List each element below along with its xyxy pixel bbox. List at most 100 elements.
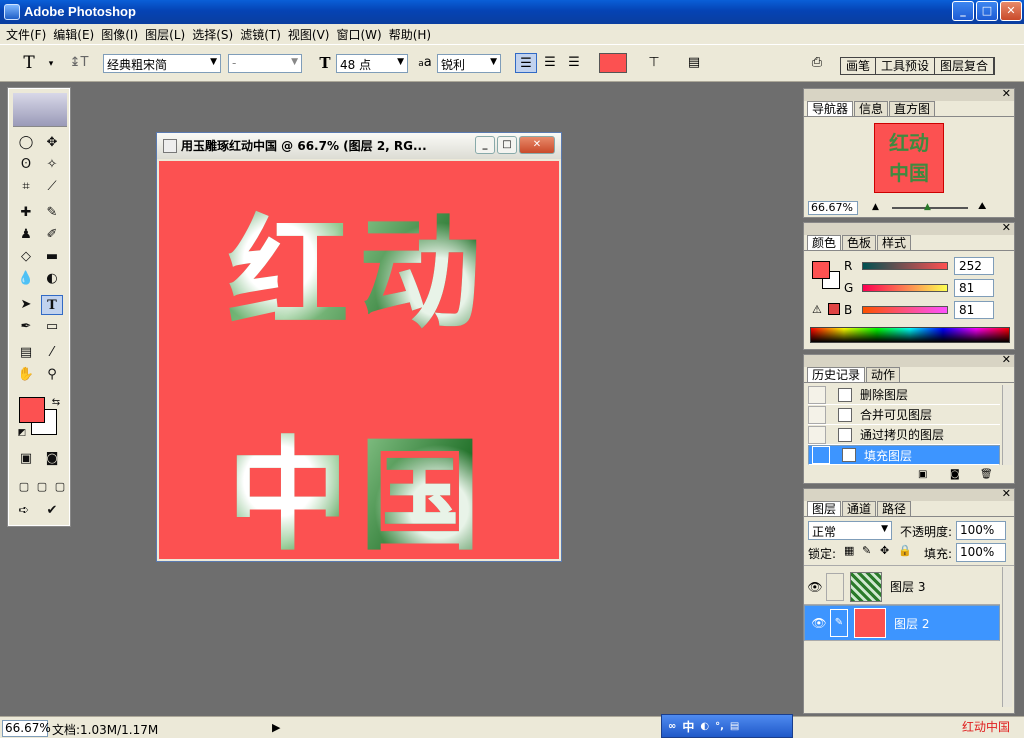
slice-tool-icon[interactable]: ⟋ xyxy=(41,177,63,197)
ime-mode-button[interactable]: 中 xyxy=(682,718,694,735)
opacity-field[interactable]: 100% xyxy=(956,521,1006,540)
shape-tool-icon[interactable]: ▭ xyxy=(41,317,63,337)
align-left-icon[interactable]: ☰ xyxy=(515,53,537,73)
layer-row[interactable]: 👁 ✎ 图层 2 xyxy=(804,605,1000,641)
quick-mask-mode-icon[interactable]: ◙ xyxy=(41,449,63,469)
layers-scrollbar[interactable] xyxy=(1002,567,1012,707)
navigator-zoom-field[interactable]: 66.67% xyxy=(808,201,858,215)
healing-brush-tool-icon[interactable]: ✚ xyxy=(15,203,37,223)
document-close-button[interactable]: ✕ xyxy=(519,136,555,154)
panel-close-icon[interactable]: ✕ xyxy=(1002,87,1011,100)
history-brush-tool-icon[interactable]: ✐ xyxy=(41,225,63,245)
layer-link-box[interactable] xyxy=(826,572,844,601)
palettes-toggle-icon[interactable]: ▤ xyxy=(683,53,705,73)
eye-icon[interactable]: 👁 xyxy=(808,616,830,630)
list-item[interactable]: 合并可见图层 xyxy=(808,405,1000,425)
dodge-tool-icon[interactable]: ◐ xyxy=(41,269,63,289)
eyedropper-tool-icon[interactable]: ⁄ xyxy=(41,343,63,363)
snapshot-icon[interactable]: ◙ xyxy=(950,469,960,480)
file-browser-icon[interactable]: ⎙ xyxy=(806,53,828,73)
tab-channels[interactable]: 通道 xyxy=(842,501,877,516)
type-tool-icon[interactable]: T xyxy=(41,295,63,315)
zoom-out-icon[interactable]: ▲ xyxy=(872,202,879,212)
tab-navigator[interactable]: 导航器 xyxy=(807,101,854,116)
menu-edit[interactable]: 编辑(E) xyxy=(53,26,101,43)
list-item[interactable]: 删除图层 xyxy=(808,385,1000,405)
hand-tool-icon[interactable]: ✋ xyxy=(15,365,37,385)
history-brush-source-box[interactable] xyxy=(812,446,830,464)
eye-icon[interactable]: 👁 xyxy=(804,580,826,594)
gamut-color-swatch[interactable] xyxy=(828,303,840,315)
b-slider[interactable] xyxy=(862,306,948,314)
close-button[interactable]: ✕ xyxy=(1000,1,1022,21)
history-brush-source-box[interactable] xyxy=(808,385,826,404)
tab-swatches[interactable]: 色板 xyxy=(842,235,877,250)
palette-well-layer-comps[interactable]: 图层复合 xyxy=(935,58,995,74)
zoom-slider-thumb[interactable]: ▲ xyxy=(924,202,931,212)
menu-filter[interactable]: 滤镜(T) xyxy=(240,26,288,43)
lock-transparency-icon[interactable]: ▦ xyxy=(844,544,854,557)
zoom-in-icon[interactable]: ⛰ xyxy=(978,201,986,212)
panel-close-icon[interactable]: ✕ xyxy=(1002,221,1011,234)
text-tool-preset-icon[interactable]: T xyxy=(18,53,40,73)
text-orientation-icon[interactable]: ↨T xyxy=(68,53,90,73)
history-brush-source-box[interactable] xyxy=(808,425,826,444)
swap-colors-icon[interactable]: ⇆ xyxy=(45,393,67,413)
align-right-icon[interactable]: ☰ xyxy=(563,53,585,73)
jump-to-imageready-icon[interactable]: ➪ xyxy=(13,501,35,521)
palette-well-brushes[interactable]: 画笔 xyxy=(841,58,877,74)
align-center-icon[interactable]: ☰ xyxy=(539,53,561,73)
minimize-button[interactable]: _ xyxy=(952,1,974,21)
tab-history[interactable]: 历史记录 xyxy=(807,367,866,382)
document-maximize-button[interactable]: □ xyxy=(497,136,517,154)
tab-info[interactable]: 信息 xyxy=(854,101,889,116)
eraser-tool-icon[interactable]: ◇ xyxy=(15,247,37,267)
panel-close-icon[interactable]: ✕ xyxy=(1002,353,1011,366)
ime-punct-icon[interactable]: °, xyxy=(715,721,724,732)
menu-window[interactable]: 窗口(W) xyxy=(336,26,388,43)
menu-layer[interactable]: 图层(L) xyxy=(145,26,192,43)
fill-field[interactable]: 100% xyxy=(956,543,1006,562)
menu-file[interactable]: 文件(F) xyxy=(6,26,53,43)
document-title-bar[interactable]: 用玉雕琢红动中国 @ 66.7% (图层 2, RG... _ □ ✕ xyxy=(157,133,561,159)
standard-mode-icon[interactable]: ▣ xyxy=(15,449,37,469)
font-family-select[interactable]: 经典粗宋简 ▼ xyxy=(103,54,221,73)
menu-image[interactable]: 图像(I) xyxy=(101,26,145,43)
text-color-swatch[interactable] xyxy=(599,53,627,73)
g-value-field[interactable]: 81 xyxy=(954,279,994,297)
r-slider[interactable] xyxy=(862,262,948,270)
layer-row[interactable]: 👁 图层 3 xyxy=(804,569,1000,605)
ime-moon-icon[interactable]: ◐ xyxy=(700,721,709,732)
gradient-tool-icon[interactable]: ▬ xyxy=(41,247,63,267)
photoshop-feather-icon[interactable] xyxy=(13,93,67,127)
ime-keyboard-icon[interactable]: ▤ xyxy=(730,721,739,732)
full-screen-mode-icon[interactable]: ▢ xyxy=(49,477,71,497)
font-style-select[interactable]: - ▼ xyxy=(228,54,302,73)
new-document-from-state-icon[interactable]: ▣ xyxy=(918,469,927,480)
crop-tool-icon[interactable]: ⌗ xyxy=(15,177,37,197)
lock-pixels-icon[interactable]: ✎ xyxy=(862,544,871,557)
document-canvas[interactable]: 红动 中国 xyxy=(159,161,559,559)
lock-all-icon[interactable]: 🔒 xyxy=(898,544,912,557)
magic-wand-tool-icon[interactable]: ✧ xyxy=(41,155,63,175)
document-minimize-button[interactable]: _ xyxy=(475,136,495,154)
warp-text-icon[interactable]: ⊤ xyxy=(643,53,665,73)
r-value-field[interactable]: 252 xyxy=(954,257,994,275)
foreground-color-swatch[interactable] xyxy=(19,397,45,423)
color-spectrum-bar[interactable] xyxy=(810,327,1010,343)
status-menu-arrow-icon[interactable]: ▶ xyxy=(272,721,280,734)
history-scrollbar[interactable] xyxy=(1002,385,1012,465)
brush-icon[interactable]: ✎ xyxy=(830,609,848,637)
menu-help[interactable]: 帮助(H) xyxy=(389,26,438,43)
panel-close-icon[interactable]: ✕ xyxy=(1002,487,1011,500)
notes-tool-icon[interactable]: ▤ xyxy=(15,343,37,363)
pen-tool-icon[interactable]: ✒ xyxy=(15,317,37,337)
ime-logo-icon[interactable]: ∞ xyxy=(668,721,676,732)
move-tool-icon[interactable]: ✥ xyxy=(41,133,63,153)
preset-arrow-icon[interactable]: ▾ xyxy=(40,54,62,74)
tab-histogram[interactable]: 直方图 xyxy=(889,101,936,116)
menu-view[interactable]: 视图(V) xyxy=(288,26,337,43)
palette-well-tool-presets[interactable]: 工具预设 xyxy=(876,58,936,74)
font-size-select[interactable]: 48 点 ▼ xyxy=(336,54,408,73)
lock-position-icon[interactable]: ✥ xyxy=(880,544,889,557)
